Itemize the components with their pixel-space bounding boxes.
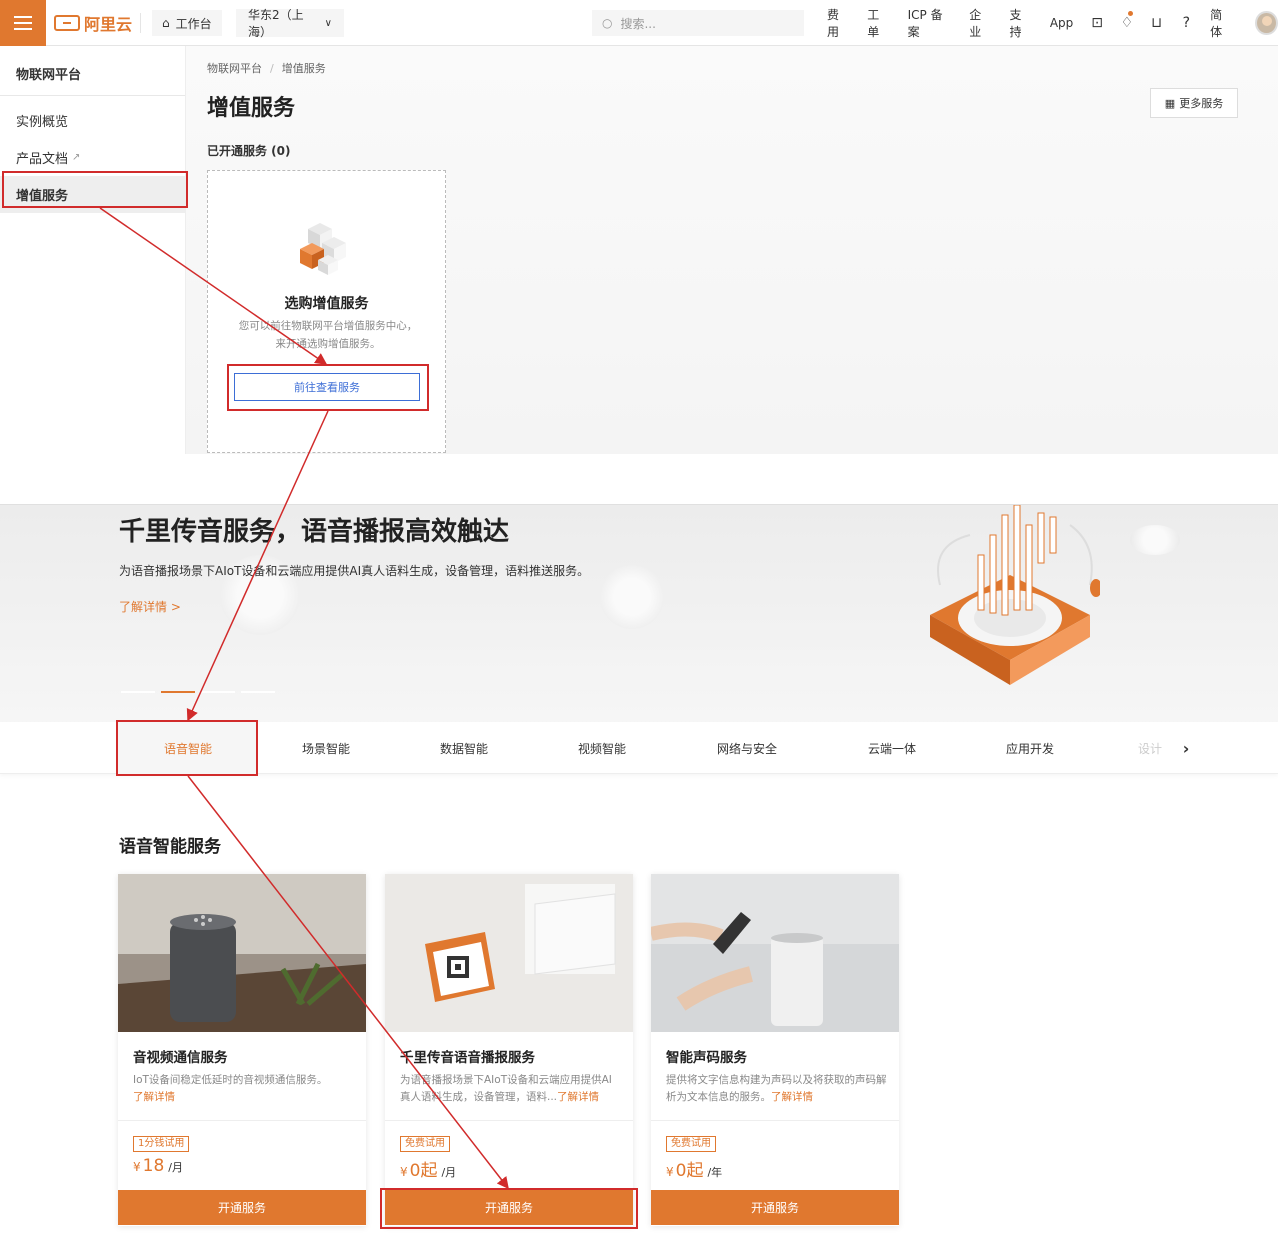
service-card: 智能声码服务 提供将文字信息构建为声码以及将获取的声码解析为文本信息的服务。了解… <box>651 874 899 1226</box>
trial-badge: 1分钱试用 <box>133 1136 190 1152</box>
voice-broadcast-device-image <box>385 874 633 1032</box>
link-app[interactable]: App <box>1041 16 1082 30</box>
external-link-icon: ↗ <box>72 152 81 163</box>
learn-more-link[interactable]: 了解详情 <box>133 1091 175 1103</box>
trial-badge: 免费试用 <box>666 1136 716 1152</box>
card-title: 千里传音语音播报服务 <box>400 1050 535 1066</box>
promo-banner: 千里传音服务，语音播报高效触达 为语音播报场景下AIoT设备和云端应用提供AI真… <box>0 504 1278 722</box>
tab-scene[interactable]: 场景智能 <box>258 722 394 774</box>
cart-icon[interactable]: ⊔ <box>1142 0 1172 46</box>
section-title: 语音智能服务 <box>119 837 221 857</box>
speaker-illustration <box>930 505 1100 685</box>
tab-video[interactable]: 视频智能 <box>534 722 670 774</box>
hamburger-menu-icon[interactable] <box>0 0 46 46</box>
chevron-right-icon[interactable]: › <box>1176 722 1196 774</box>
annotation-highlight <box>227 364 429 411</box>
sidebar-title: 物联网平台 <box>0 46 185 96</box>
logo-mark-icon <box>54 15 80 31</box>
learn-more-link[interactable]: 了解详情 <box>771 1091 813 1103</box>
annotation-highlight <box>116 720 258 776</box>
banner-title: 千里传音服务，语音播报高效触达 <box>119 517 510 547</box>
price: ¥0起/月 <box>400 1161 457 1181</box>
breadcrumb-item: 增值服务 <box>281 62 326 75</box>
link-support[interactable]: 支持 <box>1001 6 1041 40</box>
topbar-links: 费用 工单 ICP 备案 企业 支持 App ⊡ ♢ ⊔ ? 简体 <box>818 0 1278 46</box>
tab-data[interactable]: 数据智能 <box>396 722 532 774</box>
decor-circle <box>1130 525 1180 555</box>
grid-icon: ▦ <box>1164 96 1176 110</box>
learn-more-link[interactable]: 了解详情 <box>557 1091 599 1103</box>
empty-state-desc: 您可以前往物联网平台增值服务中心，来开通选购增值服务。 <box>238 320 418 350</box>
language-switch[interactable]: 简体 <box>1201 6 1241 40</box>
carousel-dots <box>121 691 275 693</box>
empty-state-title: 选购增值服务 <box>284 296 369 312</box>
sidebar-item-overview[interactable]: 实例概览 <box>0 102 185 139</box>
more-services-button[interactable]: ▦ 更多服务 <box>1150 88 1238 118</box>
breadcrumb: 物联网平台 / 增值服务 <box>207 62 326 75</box>
decor-circle <box>600 565 664 629</box>
link-ticket[interactable]: 工单 <box>858 6 898 40</box>
divider <box>140 13 141 33</box>
avatar[interactable] <box>1255 11 1278 35</box>
region-select[interactable]: 华东2（上海） ∨ <box>236 8 344 39</box>
tab-app-dev[interactable]: 应用开发 <box>962 722 1098 774</box>
card-desc: 提供将文字信息构建为声码以及将获取的声码解析为文本信息的服务。了解详情 <box>666 1074 887 1103</box>
service-card: 千里传音语音播报服务 为语音播报场景下AIoT设备和云端应用提供AI真人语料生成… <box>385 874 633 1226</box>
opened-services-label: 已开通服务 (0) <box>207 144 291 158</box>
card-title: 智能声码服务 <box>666 1050 747 1066</box>
carousel-dot[interactable] <box>241 691 275 693</box>
search-input[interactable]: ○ 搜索... <box>592 10 804 36</box>
carousel-dot-active[interactable] <box>161 691 195 693</box>
cubes-icon <box>300 223 346 275</box>
home-icon: ⌂ <box>162 16 170 30</box>
divider <box>651 1120 899 1121</box>
card-title: 音视频通信服务 <box>133 1050 228 1066</box>
terminal-icon[interactable]: ⊡ <box>1082 0 1112 46</box>
service-card: 音视频通信服务 IoT设备间稳定低延时的音视频通信服务。 了解详情 1分钱试用 ¥… <box>118 874 366 1226</box>
breadcrumb-item[interactable]: 物联网平台 <box>207 62 262 75</box>
price: ¥0起/年 <box>666 1161 723 1181</box>
divider <box>118 1120 366 1121</box>
card-desc: IoT设备间稳定低延时的音视频通信服务。 了解详情 <box>133 1074 328 1103</box>
tab-design[interactable]: 设计 <box>1130 722 1170 774</box>
activate-service-button[interactable]: 开通服务 <box>651 1190 899 1225</box>
activate-service-button[interactable]: 开通服务 <box>118 1190 366 1225</box>
carousel-dot[interactable] <box>201 691 235 693</box>
bell-icon[interactable]: ♢ <box>1112 0 1142 46</box>
sidebar: 物联网平台 实例概览 产品文档 ↗ 增值服务 <box>0 46 186 454</box>
trial-badge: 免费试用 <box>400 1136 450 1152</box>
annotation-highlight <box>380 1188 638 1229</box>
notification-dot <box>1127 11 1133 16</box>
banner-desc: 为语音播报场景下AIoT设备和云端应用提供AI真人语料生成，设备管理，语料推送服… <box>119 564 590 578</box>
link-icp[interactable]: ICP 备案 <box>899 6 961 40</box>
banner-learn-more-link[interactable]: 了解详情 > <box>119 598 181 615</box>
carousel-dot[interactable] <box>121 691 155 693</box>
top-navbar: 阿里云 ⌂ 工作台 华东2（上海） ∨ ○ 搜索... 费用 工单 ICP 备案… <box>0 0 1278 46</box>
smart-speaker-image <box>118 874 366 1032</box>
help-icon[interactable]: ? <box>1171 0 1201 46</box>
price: ¥18/月 <box>133 1156 183 1176</box>
link-enterprise[interactable]: 企业 <box>960 6 1000 40</box>
aliyun-logo[interactable]: 阿里云 <box>54 12 132 34</box>
tab-network-security[interactable]: 网络与安全 <box>672 722 822 774</box>
search-icon: ○ <box>602 16 613 30</box>
workbench-button[interactable]: ⌂ 工作台 <box>152 10 222 36</box>
divider <box>385 1120 633 1121</box>
tab-cloud-edge[interactable]: 云端一体 <box>824 722 960 774</box>
card-desc: 为语音播报场景下AIoT设备和云端应用提供AI真人语料生成，设备管理，语料...… <box>400 1074 612 1103</box>
link-billing[interactable]: 费用 <box>818 6 858 40</box>
annotation-highlight <box>2 171 188 208</box>
page-title: 增值服务 <box>207 96 296 121</box>
chevron-down-icon: ∨ <box>324 17 332 29</box>
phone-and-speaker-image <box>651 874 899 1032</box>
